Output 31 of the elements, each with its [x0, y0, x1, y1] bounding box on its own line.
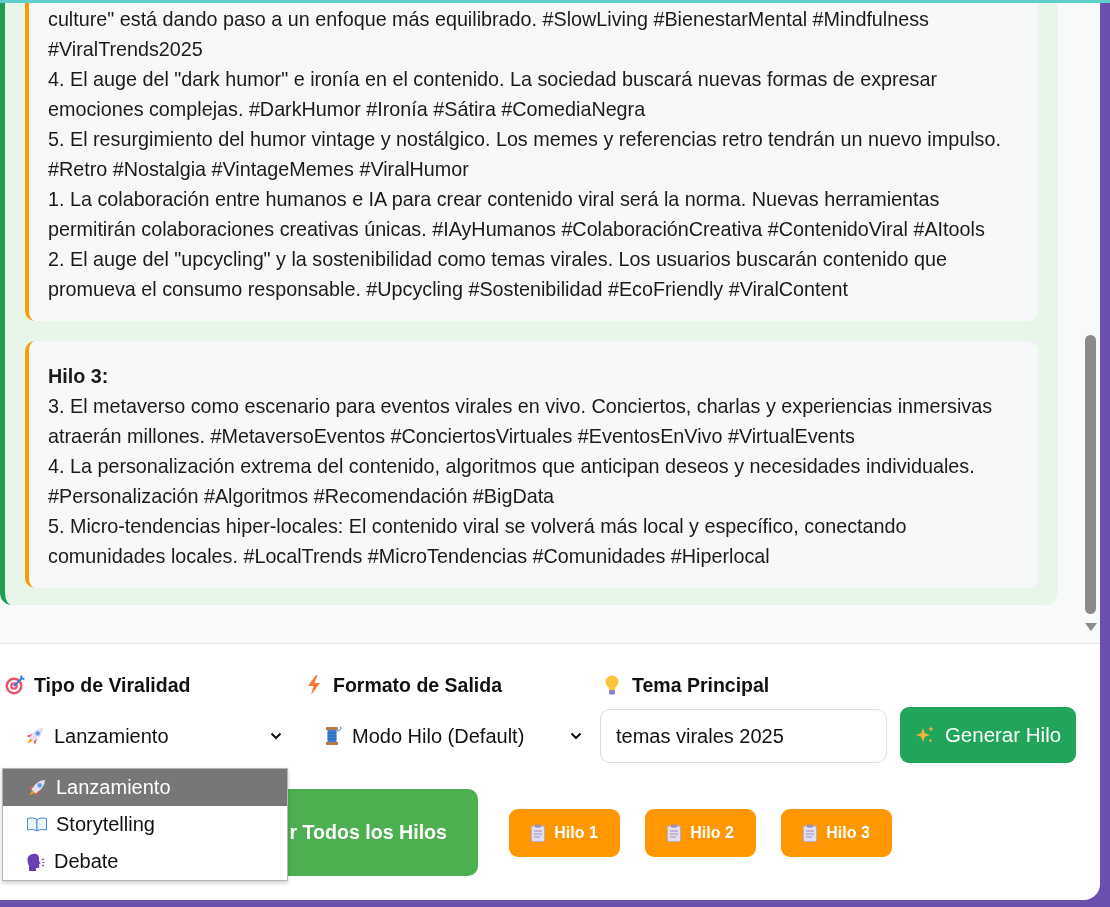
dropdown-option[interactable]: Lanzamiento: [3, 769, 287, 806]
speaking-head-icon: [27, 852, 45, 871]
sparkles-icon: [914, 725, 935, 745]
clipboard-icon: [803, 823, 818, 842]
thread-item: 5. El resurgimiento del humor vintage y nostálgico. Los memes y referencias retro tendrán un nuevo impulso. #Retro #Nostalgia #VintageMemes #ViralHumor: [48, 127, 1002, 182]
scrollbar-thumb[interactable]: [1085, 335, 1096, 614]
rocket-icon: [25, 726, 45, 746]
scroll-down-arrow-icon[interactable]: [1085, 623, 1097, 631]
thread-item: 2. El auge del "upcycling" y la sostenibilidad como temas virales. Los usuarios buscarán contenido que promueva el consumo responsable. #Upcycling #Sostenibilidad #EcoFriendly #ViralContent: [48, 247, 948, 302]
thread-item: 3. El metaverso como escenario para eventos virales en vivo. Conciertos, charlas y experiencias inmersivas atraerán millones. #MetaversoEventos #ConciertosVirtuales #EventosEnVivo #VirtualEvents: [48, 394, 994, 449]
text-input[interactable]: temas virales 2025: [600, 709, 887, 763]
thread-item: 4. El auge del "dark humor" e ironía en el contenido. La sociedad buscará nuevas formas de expresar emociones complejas. #DarkHumor #Ironía #Sátira #ComediaNegra: [48, 67, 939, 122]
field-label: Tipo de Viralidad: [34, 673, 191, 697]
thread-item: 4. La personalización extrema del contenido, algoritmos que anticipan deseos y necesidades individuales. #Personalización #Algoritmos #Recomendación #BigData: [48, 454, 976, 509]
book-icon: [27, 817, 47, 832]
thread-title: Hilo 3:: [48, 364, 110, 389]
field-label: Formato de Salida: [333, 673, 503, 697]
thread-item: 1. La colaboración entre humanos e IA para crear contenido viral será la norma. Nuevas herramientas permitirán colaboraciones creativas únicas. #IAyHumanos #ColaboraciónCreativa #ContenidoViral #AItools: [48, 187, 986, 242]
chevron-down-icon: [570, 732, 582, 740]
clipboard-icon: [531, 823, 546, 842]
target-icon: [5, 675, 25, 695]
clipboard-icon: [667, 823, 682, 842]
thread-item: culture" está dando paso a un enfoque más equilibrado. #SlowLiving #BienestarMental #Mindfulness #ViralTrends2025: [48, 7, 930, 62]
lightbulb-icon: [604, 675, 620, 695]
generate-button[interactable]: Generar Hilo: [900, 707, 1076, 763]
lightning-icon: [307, 675, 321, 695]
rocket-icon: [27, 777, 47, 798]
chevron-down-icon: [270, 732, 282, 740]
field-label: Tema Principal: [632, 673, 770, 697]
spool-icon: [323, 726, 343, 746]
thread-item: 5. Micro-tendencias hiper-locales: El contenido viral se volverá más local y específico, conectando comunidades locales. #LocalTrends #MicroTendencias #Comunidades #Hiperlocal: [48, 514, 908, 569]
